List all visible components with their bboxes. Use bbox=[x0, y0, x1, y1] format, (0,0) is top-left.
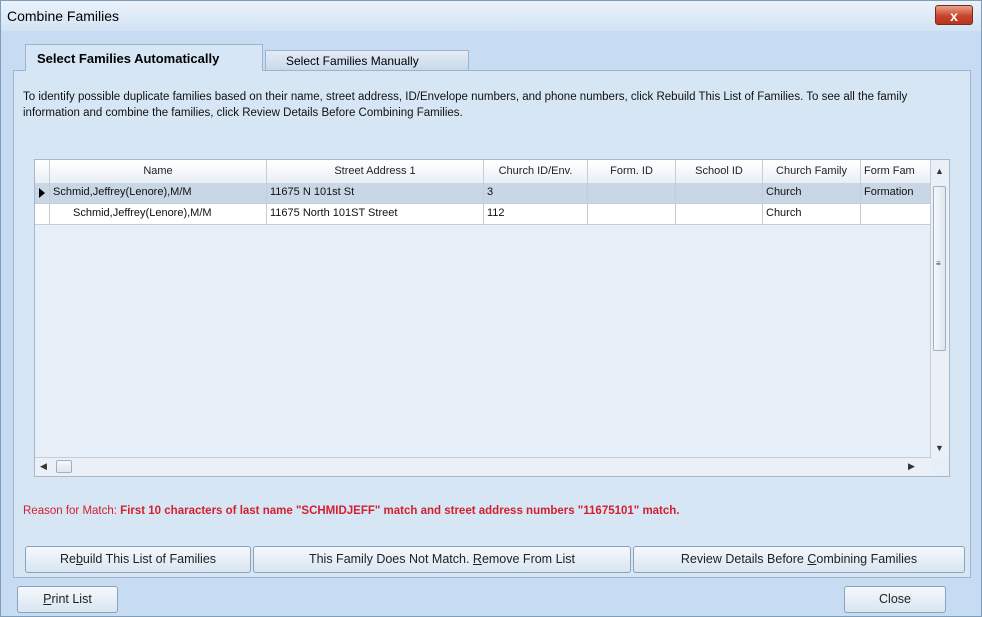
table-row[interactable]: Schmid,Jeffrey(Lenore),M/M 11675 North 1… bbox=[35, 204, 931, 225]
cell-church-family[interactable]: Church bbox=[763, 183, 861, 203]
cell-street-address[interactable]: 11675 North 101ST Street bbox=[267, 204, 484, 224]
scroll-right-arrow-icon[interactable]: ▶ bbox=[908, 461, 915, 472]
cell-form-family[interactable]: Formation bbox=[861, 183, 931, 203]
row-selector[interactable] bbox=[35, 183, 50, 203]
cell-school-id[interactable] bbox=[676, 183, 763, 203]
cell-school-id[interactable] bbox=[676, 204, 763, 224]
column-header-street-address[interactable]: Street Address 1 bbox=[267, 160, 484, 183]
remove-family-button[interactable]: This Family Does Not Match. Remove From … bbox=[253, 546, 631, 573]
access-key: b bbox=[75, 552, 83, 566]
button-text: ombining Families bbox=[816, 552, 918, 566]
print-list-button[interactable]: Print List bbox=[17, 586, 118, 613]
vertical-scroll-thumb[interactable]: ≡ bbox=[933, 186, 946, 351]
title-bar: Combine Families x bbox=[1, 1, 981, 31]
reason-label: Reason for Match: bbox=[23, 505, 117, 517]
close-button[interactable]: Close bbox=[844, 586, 946, 613]
combine-families-window: Combine Families x Select Families Autom… bbox=[0, 0, 982, 617]
close-icon: x bbox=[950, 8, 958, 24]
cell-form-id[interactable] bbox=[588, 183, 676, 203]
instructions-text: To identify possible duplicate families … bbox=[23, 91, 908, 119]
access-key: R bbox=[472, 552, 482, 566]
cell-name[interactable]: Schmid,Jeffrey(Lenore),M/M bbox=[50, 183, 267, 203]
rebuild-list-button[interactable]: Rebuild This List of Families bbox=[25, 546, 251, 573]
tab-select-automatically[interactable]: Select Families Automatically bbox=[25, 44, 263, 71]
column-header-church-family[interactable]: Church Family bbox=[763, 160, 861, 183]
review-details-button[interactable]: Review Details Before Combining Families bbox=[633, 546, 965, 573]
families-grid: Name Street Address 1 Church ID/Env. For… bbox=[34, 159, 950, 477]
access-key: P bbox=[43, 592, 52, 606]
cell-street-address[interactable]: 11675 N 101st St bbox=[267, 183, 484, 203]
button-text: This Family Does Not Match. bbox=[308, 552, 473, 566]
grid-header: Name Street Address 1 Church ID/Env. For… bbox=[35, 160, 931, 184]
cell-form-id[interactable] bbox=[588, 204, 676, 224]
window-title: Combine Families bbox=[7, 8, 120, 24]
cell-name[interactable]: Schmid,Jeffrey(Lenore),M/M bbox=[50, 204, 267, 224]
column-header-school-id[interactable]: School ID bbox=[676, 160, 763, 183]
reason-for-match: Reason for Match: First 10 characters of… bbox=[23, 505, 680, 517]
scroll-down-arrow-icon[interactable]: ▼ bbox=[935, 443, 944, 453]
row-selector[interactable] bbox=[35, 204, 50, 224]
scroll-up-arrow-icon[interactable]: ▲ bbox=[935, 166, 944, 176]
button-text: Re bbox=[59, 552, 76, 566]
button-text: rint List bbox=[51, 592, 92, 606]
column-header-form-family[interactable]: Form Fam bbox=[861, 160, 931, 183]
cell-church-id[interactable]: 112 bbox=[484, 204, 588, 224]
current-row-arrow-icon bbox=[39, 188, 45, 198]
tab-select-manually[interactable]: Select Families Manually bbox=[265, 50, 469, 70]
column-header-name[interactable]: Name bbox=[50, 160, 267, 183]
window-close-button[interactable]: x bbox=[935, 5, 973, 25]
reason-text: First 10 characters of last name "SCHMID… bbox=[120, 505, 680, 517]
cell-form-family[interactable] bbox=[861, 204, 931, 224]
cell-church-family[interactable]: Church bbox=[763, 204, 861, 224]
vertical-scrollbar[interactable]: ▲ ≡ ▼ bbox=[930, 160, 949, 458]
table-row[interactable]: Schmid,Jeffrey(Lenore),M/M 11675 N 101st… bbox=[35, 183, 931, 204]
horizontal-scroll-thumb[interactable] bbox=[56, 460, 72, 473]
column-header-church-id[interactable]: Church ID/Env. bbox=[484, 160, 588, 183]
row-selector-header bbox=[35, 160, 50, 183]
column-header-form-id[interactable]: Form. ID bbox=[588, 160, 676, 183]
grip-icon: ≡ bbox=[936, 259, 941, 268]
cell-church-id[interactable]: 3 bbox=[484, 183, 588, 203]
horizontal-scrollbar[interactable]: ◀ ▶ bbox=[35, 457, 931, 476]
scroll-left-arrow-icon[interactable]: ◀ bbox=[40, 461, 47, 472]
button-text: uild This List of Families bbox=[82, 552, 217, 566]
button-text: emove From List bbox=[481, 552, 576, 566]
button-text: Review Details Before bbox=[680, 552, 808, 566]
